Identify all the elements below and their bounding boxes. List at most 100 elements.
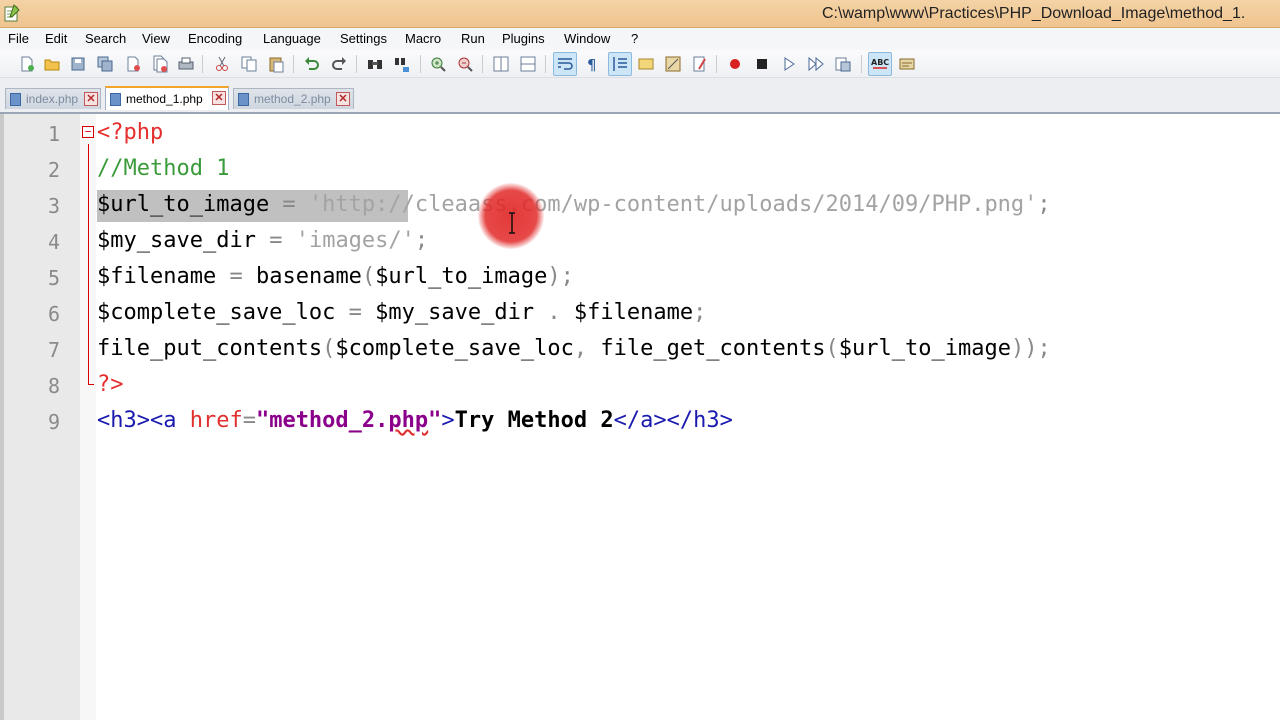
cut-icon[interactable] xyxy=(213,55,231,73)
code-token: Try Method 2 xyxy=(454,408,614,433)
code-token: $filename xyxy=(97,264,217,289)
code-line: 7 file_put_contents($complete_save_loc, … xyxy=(0,332,1280,368)
code-token: $filename xyxy=(573,300,694,325)
menu-run[interactable]: Run xyxy=(461,31,485,46)
function-list-icon[interactable] xyxy=(691,55,709,73)
sync-vertical-icon[interactable] xyxy=(492,55,510,73)
find-icon[interactable] xyxy=(366,55,384,73)
menu-help[interactable]: ? xyxy=(631,31,638,46)
new-file-icon[interactable] xyxy=(18,55,36,73)
stop-macro-icon[interactable] xyxy=(753,55,771,73)
tab-close-icon[interactable]: ✕ xyxy=(336,92,350,106)
code-token: href xyxy=(189,408,243,433)
code-token: $my_save_dir xyxy=(97,228,256,253)
document-tab-bar: index.php ✕ method_1.php ✕ method_2.php … xyxy=(0,78,1280,112)
code-token: ); xyxy=(547,264,574,289)
menu-file[interactable]: File xyxy=(8,31,29,46)
toolbar-separator xyxy=(482,55,483,73)
code-token: <?php xyxy=(97,120,164,145)
save-all-icon[interactable] xyxy=(96,55,114,73)
notepad-plus-plus-icon xyxy=(4,4,20,22)
code-line: 9 <h3><a href="method_2.php">Try Method … xyxy=(0,404,1280,440)
toolbar: ¶ ABC xyxy=(0,50,1280,78)
zoom-in-icon[interactable] xyxy=(429,55,447,73)
menu-settings[interactable]: Settings xyxy=(340,31,387,46)
run-macro-multiple-icon[interactable] xyxy=(807,55,825,73)
close-all-icon[interactable] xyxy=(151,55,169,73)
menu-encoding[interactable]: Encoding xyxy=(188,31,242,46)
tab-method-1-php[interactable]: method_1.php ✕ xyxy=(105,86,229,110)
save-macro-icon[interactable] xyxy=(834,55,852,73)
tab-method-2-php[interactable]: method_2.php ✕ xyxy=(233,88,354,109)
code-line: 5 $filename = basename($url_to_image); xyxy=(0,260,1280,296)
record-macro-icon[interactable] xyxy=(726,55,744,73)
indent-guide-icon[interactable] xyxy=(608,52,632,76)
spell-check-icon[interactable]: ABC xyxy=(868,52,892,76)
tab-close-icon[interactable]: ✕ xyxy=(212,91,226,105)
menu-macro[interactable]: Macro xyxy=(405,31,441,46)
paste-icon[interactable] xyxy=(267,55,285,73)
toolbar-separator xyxy=(202,55,203,73)
code-token: 'http://cleaass.com/wp-content/uploads/2… xyxy=(308,192,1038,217)
code-editor[interactable]: − 1 <?php 2 //Method 1 3 $url_to_image =… xyxy=(0,112,1280,720)
replace-icon[interactable] xyxy=(393,55,411,73)
word-wrap-icon[interactable] xyxy=(553,52,577,76)
code-token: , xyxy=(573,336,601,361)
line-number: 3 xyxy=(47,194,60,218)
code-token: $url_to_image xyxy=(97,192,270,217)
zoom-out-icon[interactable] xyxy=(456,55,474,73)
code-token: = xyxy=(242,408,256,433)
menu-view[interactable]: View xyxy=(142,31,170,46)
sync-horizontal-icon[interactable] xyxy=(519,55,537,73)
code-token: $complete_save_loc xyxy=(335,336,574,361)
code-token: ( xyxy=(361,264,376,289)
code-token: ( xyxy=(825,336,839,361)
doc-map-icon[interactable] xyxy=(664,55,682,73)
svg-text:ABC: ABC xyxy=(871,58,889,67)
line-number: 6 xyxy=(47,302,60,326)
code-text: $complete_save_loc = $my_save_dir . $fil… xyxy=(97,300,706,325)
code-token: $complete_save_loc xyxy=(97,300,336,325)
print-icon[interactable] xyxy=(177,55,195,73)
redo-icon[interactable] xyxy=(330,55,348,73)
play-macro-icon[interactable] xyxy=(780,55,798,73)
line-number: 2 xyxy=(47,158,60,182)
tab-label: method_2.php xyxy=(254,92,331,106)
toolbar-separator xyxy=(861,55,862,73)
title-bar: C:\wamp\www\Practices\PHP_Download_Image… xyxy=(0,0,1280,28)
code-token: ?> xyxy=(97,372,124,397)
undo-icon[interactable] xyxy=(303,55,321,73)
code-token: </a></h3> xyxy=(613,408,733,433)
view-in-browser-icon[interactable] xyxy=(898,55,916,73)
code-line: 8 ?> xyxy=(0,368,1280,404)
code-token: $url_to_image xyxy=(838,336,1011,361)
toolbar-separator xyxy=(716,55,717,73)
show-all-chars-icon[interactable]: ¶ xyxy=(583,55,601,73)
user-lang-icon[interactable] xyxy=(637,55,655,73)
tab-close-icon[interactable]: ✕ xyxy=(84,92,98,106)
menu-edit[interactable]: Edit xyxy=(45,31,67,46)
close-icon[interactable] xyxy=(124,55,142,73)
code-token: basename xyxy=(255,264,362,289)
code-token: " xyxy=(428,408,442,433)
code-line: 1 <?php xyxy=(0,116,1280,152)
menu-window[interactable]: Window xyxy=(564,31,610,46)
open-file-icon[interactable] xyxy=(43,55,61,73)
code-text: $url_to_image = 'http://cleaass.com/wp-c… xyxy=(97,192,1051,217)
code-text: <?php xyxy=(97,120,163,145)
menu-search[interactable]: Search xyxy=(85,31,126,46)
tab-index-php[interactable]: index.php ✕ xyxy=(5,88,101,109)
code-token: = xyxy=(335,300,376,325)
code-line: 2 //Method 1 xyxy=(0,152,1280,188)
code-line: 3 $url_to_image = 'http://cleaass.com/wp… xyxy=(0,188,1280,224)
line-number: 7 xyxy=(47,338,60,362)
menu-plugins[interactable]: Plugins xyxy=(502,31,545,46)
toolbar-separator xyxy=(420,55,421,73)
code-line: 4 $my_save_dir = 'images/'; xyxy=(0,224,1280,260)
toolbar-separator xyxy=(293,55,294,73)
copy-icon[interactable] xyxy=(240,55,258,73)
line-number: 4 xyxy=(47,230,60,254)
menu-language[interactable]: Language xyxy=(263,31,321,46)
save-icon[interactable] xyxy=(69,55,87,73)
text-cursor-icon xyxy=(509,212,515,234)
